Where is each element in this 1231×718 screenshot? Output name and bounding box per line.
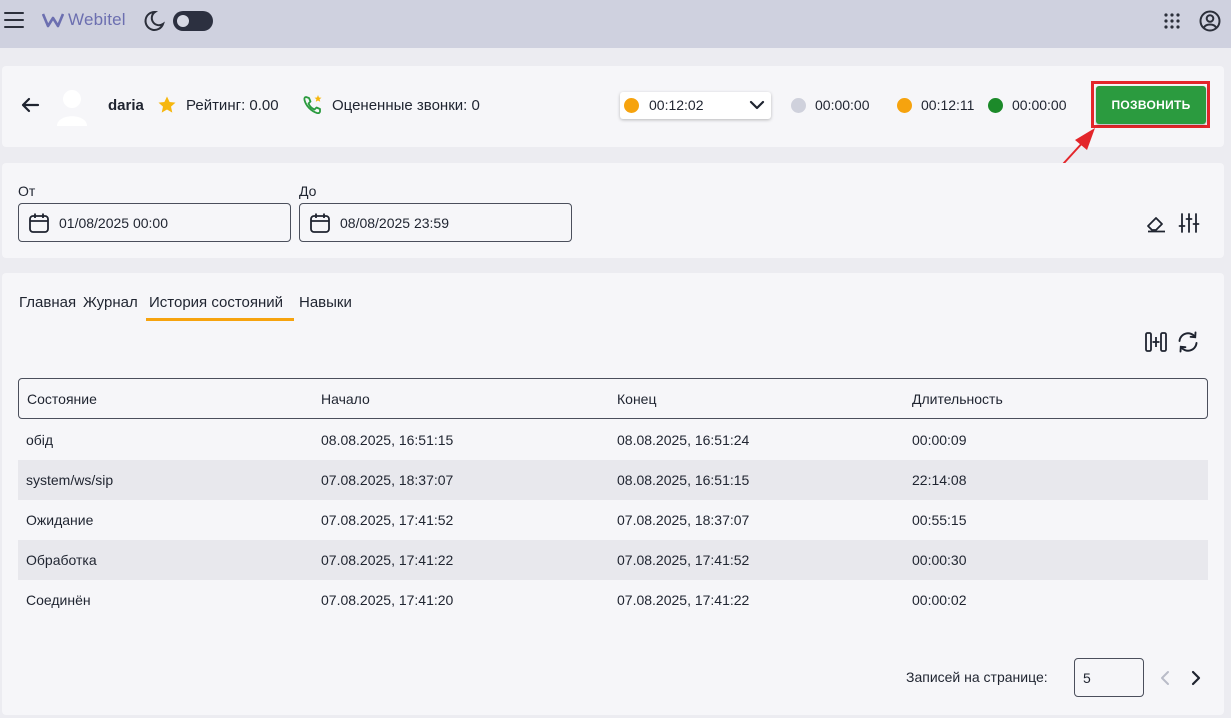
tab-skills[interactable]: Навыки (299, 294, 352, 311)
active-tab-indicator (146, 318, 294, 321)
call-button[interactable]: ПОЗВОНИТЬ (1096, 86, 1206, 124)
cell-end: 08.08.2025, 16:51:24 (617, 432, 750, 448)
cell-end: 08.08.2025, 16:51:15 (617, 472, 750, 488)
column-header-duration[interactable]: Длительность (912, 391, 1003, 407)
cell-state: Соединён (26, 592, 91, 608)
rows-per-page-label: Записей на странице: (906, 669, 1048, 685)
cell-duration: 00:55:15 (912, 512, 967, 528)
chevron-left-icon[interactable] (1158, 670, 1172, 686)
timer-pause: 00:12:11 (921, 97, 975, 113)
cell-state: обід (26, 432, 54, 448)
table-row: обід 08.08.2025, 16:51:15 08.08.2025, 16… (18, 420, 1208, 460)
table-row: Ожидание 07.08.2025, 17:41:52 07.08.2025… (18, 500, 1208, 540)
tab-main[interactable]: Главная (19, 294, 76, 311)
avatar (57, 90, 87, 126)
logo[interactable]: Webitel (42, 10, 126, 30)
cell-state: Обработка (26, 552, 97, 568)
cell-duration: 00:00:02 (912, 592, 967, 608)
tab-journal[interactable]: Журнал (83, 294, 138, 311)
rows-per-page-input[interactable]: 5 (1074, 658, 1144, 697)
chevron-down-icon (749, 100, 765, 110)
cell-state: system/ws/sip (26, 472, 114, 488)
calendar-icon (29, 213, 49, 233)
status-dot (624, 98, 639, 113)
night-mode-icon (144, 10, 165, 31)
refresh-icon[interactable] (1176, 330, 1200, 354)
rated-calls-icon (303, 95, 322, 115)
logo-text: Webitel (68, 10, 126, 29)
from-label: От (18, 183, 36, 199)
cell-start: 08.08.2025, 16:51:15 (321, 432, 454, 448)
cell-state: Ожидание (26, 512, 94, 528)
timer-online: 00:00:00 (1012, 97, 1067, 113)
columns-icon[interactable] (1144, 331, 1168, 353)
from-date-field[interactable]: 01/08/2025 00:00 (18, 203, 291, 242)
cell-start: 07.08.2025, 17:41:22 (321, 552, 454, 568)
status-dot-pause (897, 98, 912, 113)
tab-status-history[interactable]: История состояний (149, 294, 283, 311)
from-date-value: 01/08/2025 00:00 (59, 215, 168, 231)
eraser-icon[interactable] (1145, 213, 1167, 233)
filter-settings-icon[interactable] (1178, 212, 1200, 234)
cell-end: 07.08.2025, 17:41:52 (617, 552, 750, 568)
table-row: Соединён 07.08.2025, 17:41:20 07.08.2025… (18, 580, 1208, 620)
star-icon (158, 96, 176, 113)
theme-toggle[interactable] (173, 11, 213, 31)
rated-calls-text: Оцененные звонки: 0 (332, 97, 480, 114)
table-row: system/ws/sip 07.08.2025, 18:37:07 08.08… (18, 460, 1208, 500)
column-header-end[interactable]: Конец (617, 391, 656, 407)
column-header-state[interactable]: Состояние (27, 391, 97, 407)
cell-start: 07.08.2025, 17:41:20 (321, 592, 454, 608)
cell-end: 07.08.2025, 18:37:07 (617, 512, 750, 528)
cell-end: 07.08.2025, 17:41:22 (617, 592, 750, 608)
cell-start: 07.08.2025, 17:41:52 (321, 512, 454, 528)
webitel-logo-icon (42, 13, 64, 28)
calendar-icon (310, 213, 330, 233)
to-date-field[interactable]: 08/08/2025 23:59 (299, 203, 572, 242)
rows-per-page-value: 5 (1083, 670, 1091, 686)
rating-text: Рейтинг: 0.00 (186, 97, 279, 114)
status-time: 00:12:02 (649, 97, 704, 113)
agent-name: daria (108, 97, 144, 114)
cell-duration: 22:14:08 (912, 472, 967, 488)
apps-grid-icon[interactable] (1164, 13, 1180, 29)
column-header-start[interactable]: Начало (321, 391, 370, 407)
status-dot-offline (791, 98, 806, 113)
to-label: До (299, 183, 317, 199)
cell-start: 07.08.2025, 18:37:07 (321, 472, 454, 488)
to-date-value: 08/08/2025 23:59 (340, 215, 449, 231)
table-header: Состояние Начало Конец Длительность (18, 378, 1208, 419)
top-bar: Webitel (0, 0, 1231, 48)
menu-icon[interactable] (4, 12, 24, 30)
timer-offline: 00:00:00 (815, 97, 870, 113)
account-icon[interactable] (1199, 10, 1221, 32)
table-row: Обработка 07.08.2025, 17:41:22 07.08.202… (18, 540, 1208, 580)
back-arrow-icon[interactable] (20, 95, 40, 115)
cell-duration: 00:00:09 (912, 432, 967, 448)
status-select[interactable]: 00:12:02 (620, 92, 771, 119)
status-dot-online (988, 98, 1003, 113)
chevron-right-icon[interactable] (1189, 670, 1203, 686)
cell-duration: 00:00:30 (912, 552, 967, 568)
